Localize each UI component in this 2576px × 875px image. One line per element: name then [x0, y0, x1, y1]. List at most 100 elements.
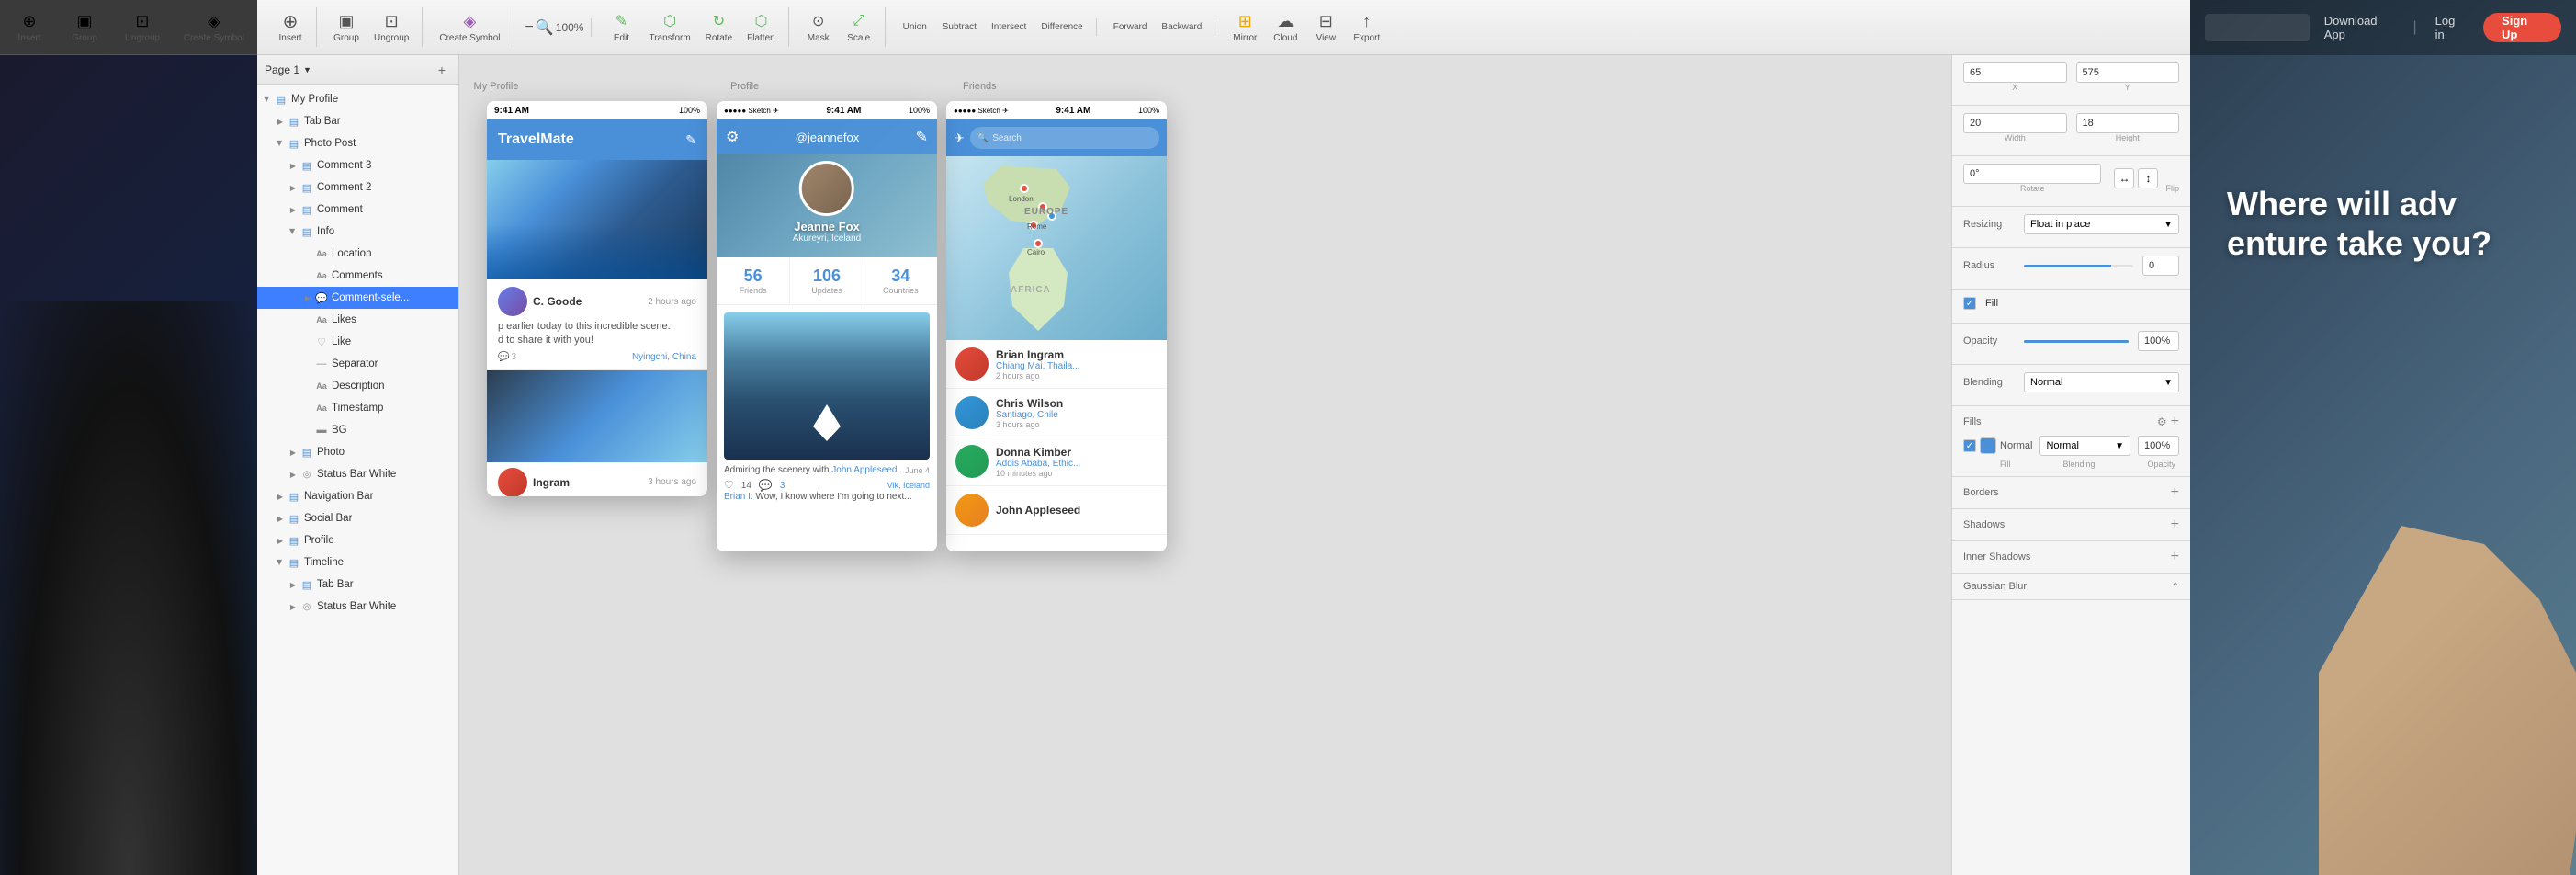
fill-blend-dropdown[interactable]: Normal ▼ [2039, 436, 2130, 456]
shadows-add-icon[interactable]: + [2171, 517, 2179, 533]
opacity-field[interactable]: 100% [2138, 331, 2179, 351]
insert-button[interactable]: ⊕ Insert [272, 7, 309, 47]
inner-shadows-add-icon[interactable]: + [2171, 549, 2179, 565]
phone2-name: Jeanne Fox [794, 220, 860, 233]
blending-label: Blending [1963, 377, 2018, 388]
mask-button[interactable]: ⊙ Mask [800, 7, 837, 47]
group-button[interactable]: ▣ Group [328, 7, 365, 47]
layer-root[interactable]: ▶ ▤ My Profile [257, 88, 458, 110]
blur-settings-icon[interactable]: ⌃ [2172, 582, 2179, 592]
layer-info[interactable]: ▶ ▤ Info [257, 221, 458, 243]
height-field[interactable]: 18 [2076, 113, 2180, 133]
borders-add-icon[interactable]: + [2171, 484, 2179, 501]
phone3-search[interactable]: 🔍 Search [970, 127, 1159, 149]
layer-status-white-inner[interactable]: ▶ ◎ Status Bar White [257, 463, 458, 485]
radius-slider[interactable] [2024, 265, 2133, 267]
layer-tab-bar[interactable]: ▶ ▤ Tab Bar [257, 110, 458, 132]
view-button[interactable]: ⊟ View [1307, 7, 1344, 47]
layer-timeline-tab-bar[interactable]: ▶ ▤ Tab Bar [257, 574, 458, 596]
timeline-icon: ▤ [287, 556, 301, 569]
transform-button[interactable]: ⬡ Transform [643, 7, 695, 47]
rotate-button[interactable]: ↻ Rotate [700, 7, 738, 47]
symbol-icon: ◈ [459, 11, 480, 31]
layer-timeline-status-white[interactable]: ▶ ◎ Status Bar White [257, 596, 458, 618]
layer-comment[interactable]: ▶ ▤ Comment [257, 199, 458, 221]
position-x-field[interactable]: 65 [1963, 62, 2067, 83]
cloud-button[interactable]: ☁ Cloud [1267, 7, 1304, 47]
blending-dropdown[interactable]: Normal ▼ [2024, 372, 2179, 392]
layer-social-bar[interactable]: ▶ ▤ Social Bar [257, 507, 458, 529]
create-symbol-btn-left[interactable]: ◈ Create Symbol [182, 7, 246, 47]
layer-likes[interactable]: ▶ Aa Likes [257, 309, 458, 331]
fill-item-checkbox[interactable]: ✓ [1963, 439, 1976, 452]
layer-description[interactable]: ▶ Aa Description [257, 375, 458, 397]
fill-color-swatch[interactable] [1980, 438, 1996, 454]
phone3-back-icon: ✈ [954, 131, 965, 146]
difference-button[interactable]: Difference [1035, 18, 1088, 36]
layer-profile[interactable]: ▶ ▤ Profile [257, 529, 458, 551]
forward-button[interactable]: Forward [1108, 18, 1153, 36]
width-field[interactable]: 20 [1963, 113, 2067, 133]
friend1-location: Chiang Mai, Thaila... [996, 361, 1158, 371]
layer-comment-selected[interactable]: ▶ 💬 Comment-sele... [257, 287, 458, 309]
rotate-field[interactable]: 0° [1963, 164, 2101, 184]
scale-button[interactable]: ⤢ Scale [841, 7, 877, 47]
ungroup-button[interactable]: ⊡ Ungroup [368, 7, 414, 47]
nav-login-link[interactable]: Log in [2435, 14, 2465, 41]
layer-comment2[interactable]: ▶ ▤ Comment 2 [257, 176, 458, 199]
layer-comment3[interactable]: ▶ ▤ Comment 3 [257, 154, 458, 176]
fill-checkbox[interactable]: ✓ [1963, 297, 1976, 310]
page-selector[interactable]: Page 1 ▼ [265, 63, 311, 76]
flatten-button[interactable]: ⬡ Flatten [741, 7, 781, 47]
union-button[interactable]: Union [897, 18, 933, 36]
create-symbol-button[interactable]: ◈ Create Symbol [434, 7, 505, 47]
resizing-dropdown-icon: ▼ [2164, 220, 2173, 230]
layer-separator[interactable]: ▶ — Separator [257, 353, 458, 375]
edit-button[interactable]: ✎ Edit [603, 7, 639, 47]
website-headline: Where will adventure take you? [2227, 184, 2576, 263]
radius-field[interactable]: 0 [2142, 256, 2179, 276]
group-btn-left[interactable]: ▣ Group [66, 7, 103, 47]
layer-timestamp[interactable]: ▶ Aa Timestamp [257, 397, 458, 419]
layer-comments-text[interactable]: ▶ Aa Comments [257, 265, 458, 287]
ungroup-btn-left[interactable]: ⊡ Ungroup [121, 7, 164, 47]
layer-timeline[interactable]: ▶ ▤ Timeline [257, 551, 458, 574]
fills-add-icon[interactable]: + [2171, 414, 2179, 430]
nav-signup-button[interactable]: Sign Up [2483, 13, 2561, 42]
phone2-friends-stat: 56 Friends [717, 257, 790, 304]
phone1-post-text: p earlier today to this incredible scene… [498, 320, 696, 348]
layer-photo-post[interactable]: ▶ ▤ Photo Post [257, 132, 458, 154]
fill-opacity-field[interactable]: 100% [2138, 436, 2179, 456]
phone2-updates-count: 106 [813, 267, 841, 286]
mirror-button[interactable]: ⊞ Mirror [1226, 7, 1263, 47]
layer-location[interactable]: ▶ Aa Location [257, 243, 458, 265]
phone3-search-placeholder: Search [992, 133, 1022, 143]
comment-icon: ▤ [299, 203, 314, 216]
fills-gear-icon[interactable]: ⚙ [2157, 415, 2167, 428]
layer-navigation-bar[interactable]: ▶ ▤ Navigation Bar [257, 485, 458, 507]
export-button[interactable]: ↑ Export [1348, 7, 1385, 47]
insert-btn-left[interactable]: ⊕ Insert [11, 7, 48, 47]
backward-button[interactable]: Backward [1156, 18, 1207, 36]
flip-h-button[interactable]: ↔ [2114, 168, 2134, 188]
zoom-control[interactable]: − 🔍 100% [525, 18, 584, 37]
intersect-button[interactable]: Intersect [986, 18, 1032, 36]
layer-photo[interactable]: ▶ ▤ Photo [257, 441, 458, 463]
artboard-label-profile: Profile [730, 81, 759, 92]
resizing-dropdown[interactable]: Float in place ▼ [2024, 214, 2179, 234]
layer-like[interactable]: ▶ ♡ Like [257, 331, 458, 353]
position-y-field[interactable]: 575 [2076, 62, 2180, 83]
layer-panel-add-btn[interactable]: + [433, 61, 451, 79]
social-bar-label: Social Bar [304, 513, 352, 524]
zoom-value: 100% [556, 21, 584, 34]
phone1-second-image [487, 370, 707, 462]
canvas-area[interactable]: My Profile Profile Friends 9:41 AM 100% … [459, 55, 1951, 875]
zoom-minus[interactable]: − [525, 19, 534, 36]
layer-bg[interactable]: ▶ ▬ BG [257, 419, 458, 441]
inspector-blur-section: Gaussian Blur ⌃ [1952, 574, 2190, 600]
subtract-button[interactable]: Subtract [937, 18, 982, 36]
opacity-slider[interactable] [2024, 340, 2129, 343]
friend2-avatar [955, 396, 989, 429]
flip-v-button[interactable]: ↕ [2138, 168, 2158, 188]
nav-download-link[interactable]: Download App [2324, 14, 2395, 41]
